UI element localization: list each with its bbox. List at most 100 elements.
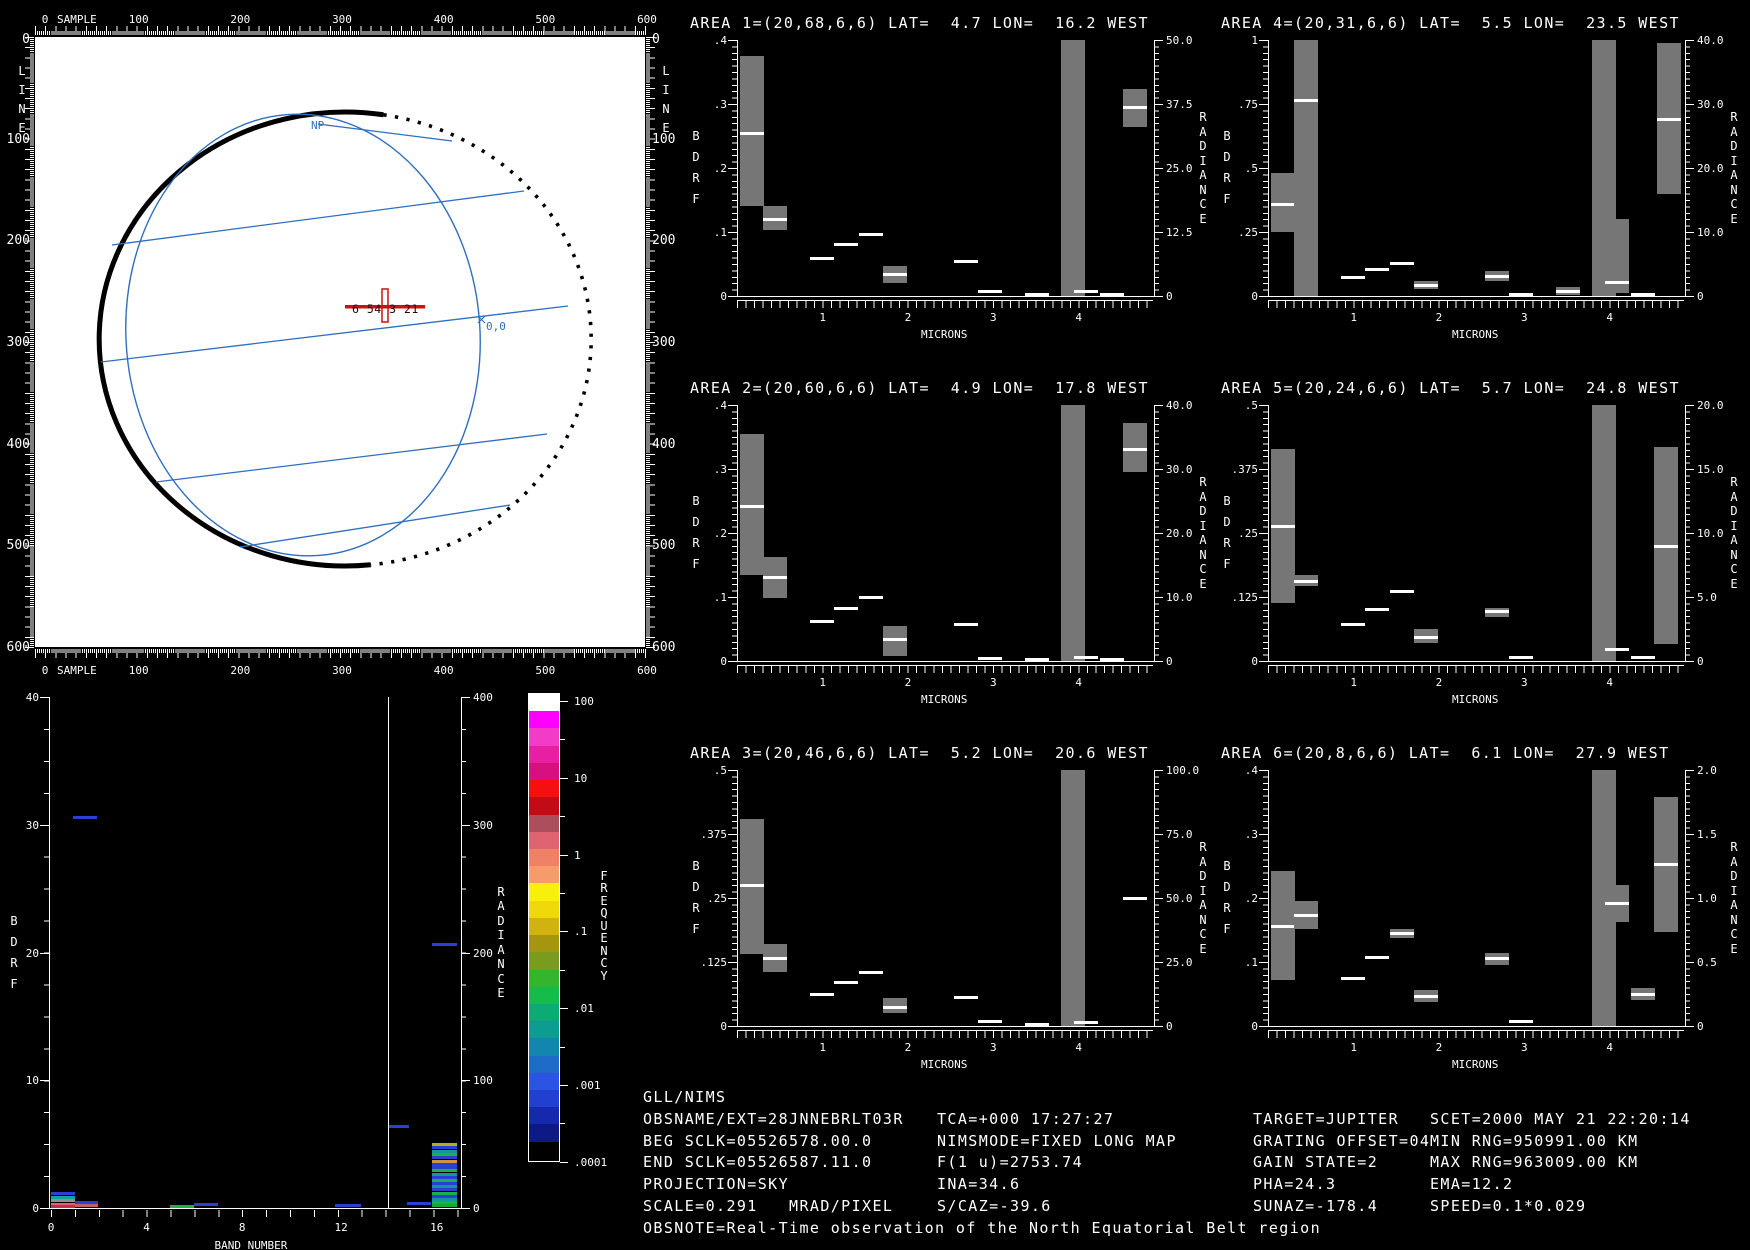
data-point: [810, 992, 835, 996]
tick-label: 3: [1520, 1041, 1528, 1054]
tick-label: 25.0: [1166, 162, 1193, 175]
info-field: SCET=2000 MAY 21 22:20:14: [1430, 1109, 1691, 1128]
area-plot-3: [737, 770, 1155, 1027]
y2-axis-title: R A D I A N C E: [1199, 110, 1207, 226]
data-point: [1653, 863, 1678, 867]
tick-label: 1: [819, 676, 826, 689]
info-field: S/CAZ=-39.6: [937, 1197, 1052, 1215]
data-point: [1509, 292, 1534, 296]
area-title: AREA 2=(20,60,6,6) LAT= 4.9 LON= 17.8 WE…: [690, 379, 1149, 397]
tick-label: 0: [720, 1020, 727, 1033]
minor-ticks: [732, 770, 737, 1026]
data-point: [882, 637, 907, 641]
info-field: SUNAZ=-178.4: [1253, 1197, 1379, 1215]
tick-label: 400: [433, 13, 454, 26]
tick: [728, 296, 737, 297]
data-point: [763, 218, 788, 222]
color-bar-segment: [529, 917, 559, 936]
data-point: [1025, 658, 1050, 661]
tick-label: 0: [1697, 1020, 1704, 1033]
tick-label: 20.0: [1166, 527, 1193, 540]
tick: [1154, 661, 1163, 662]
color-bar-segment: [529, 1124, 559, 1142]
data-point: [740, 884, 765, 888]
data-point: [978, 656, 1003, 660]
minor-ticks: [1685, 40, 1690, 296]
tick-label: 600: [637, 13, 657, 26]
color-bar-segment: [529, 952, 559, 970]
data-point: [1122, 897, 1147, 900]
tick-label: 300: [6, 335, 30, 350]
tick: [1685, 296, 1694, 297]
info-field: PROJECTION=SKY: [643, 1175, 790, 1194]
tick-label: 300: [332, 13, 352, 26]
info-field: MIN RNG=950991.00 KM: [1430, 1131, 1639, 1150]
data-point: [1294, 579, 1319, 583]
legend-title: F R E Q U E N C Y: [600, 868, 608, 983]
tick-label: 500: [652, 538, 676, 554]
area-title: AREA 4=(20,31,6,6) LAT= 5.5 LON= 23.5 WE…: [1221, 14, 1680, 32]
x-ruler: [737, 666, 1153, 673]
data-point: [1341, 276, 1366, 280]
area-title: AREA 1=(20,68,6,6) LAT= 4.7 LON= 16.2 WE…: [690, 14, 1149, 32]
tick-label: 1: [819, 311, 826, 324]
tick-label: 2: [1435, 676, 1443, 689]
color-bar-segment: [529, 780, 559, 798]
tick-label: 500: [535, 13, 556, 26]
tick-label: 2: [904, 311, 912, 324]
data-point: [810, 619, 835, 623]
tick-label: 15.0: [1697, 463, 1724, 476]
tick-label: 40: [25, 691, 39, 704]
data-point: [1294, 914, 1319, 918]
tick-label: 10.0: [1697, 226, 1724, 239]
tick-label: 30: [25, 818, 39, 832]
nims-realtime-display: NP 0,0 6 54 3 21 0 100 200 300 400 500 600 SAMP…: [0, 0, 1750, 1250]
tick-label: 5.0: [1697, 591, 1717, 604]
tick-label: 4: [1075, 1041, 1082, 1054]
data-point: [763, 956, 788, 960]
latitude-grid: [100, 123, 569, 548]
tick-label: 200: [230, 664, 251, 677]
tick-label: 50.0: [1166, 892, 1193, 905]
data-point: [1100, 293, 1125, 296]
tick-label: 10: [574, 771, 588, 785]
tick-label: 0: [41, 13, 49, 26]
tick: [1259, 1026, 1268, 1027]
data-point: [1657, 118, 1682, 122]
data-point: [953, 260, 978, 264]
data-point: [858, 232, 883, 236]
data-bar: [1061, 40, 1086, 296]
data-segment: [170, 1205, 195, 1208]
data-stripe: [431, 1155, 457, 1159]
tick-label: 4: [1606, 676, 1613, 689]
data-point: [1389, 589, 1414, 593]
y-axis-title: B D R F: [1223, 494, 1231, 571]
color-bar-segment: [529, 1141, 559, 1159]
x-ruler: [737, 1031, 1153, 1038]
ruler-bottom-major: [35, 649, 646, 658]
tick-label: .25: [1238, 226, 1258, 239]
tick-label: 1.0: [1697, 892, 1717, 905]
tick-label: 300: [652, 335, 676, 350]
tick: [1685, 661, 1694, 662]
tick-label: 100: [473, 1074, 493, 1088]
tick-label: 1: [1350, 311, 1357, 324]
axis-title: SAMPLE: [57, 664, 97, 677]
data-point: [1025, 1023, 1050, 1026]
data-point: [1389, 932, 1414, 936]
y-axis-title: L I N E: [18, 64, 26, 135]
info-field: NIMSMODE=FIXED LONG MAP: [937, 1131, 1177, 1150]
data-bar: [1061, 770, 1086, 1026]
tick: [1259, 661, 1268, 662]
tick-label: 600: [637, 664, 657, 677]
origin-label: 0,0: [486, 320, 506, 333]
x-axis-title: MICRONS: [921, 693, 968, 706]
minor-ticks: [1263, 40, 1268, 296]
minor-ticks: [732, 405, 737, 661]
data-stripe: [50, 1205, 75, 1208]
tick: [560, 893, 565, 894]
data-point: [834, 243, 859, 247]
tick: [560, 969, 565, 971]
data-point: [978, 1019, 1003, 1023]
tick-label: 0.5: [1697, 956, 1717, 969]
